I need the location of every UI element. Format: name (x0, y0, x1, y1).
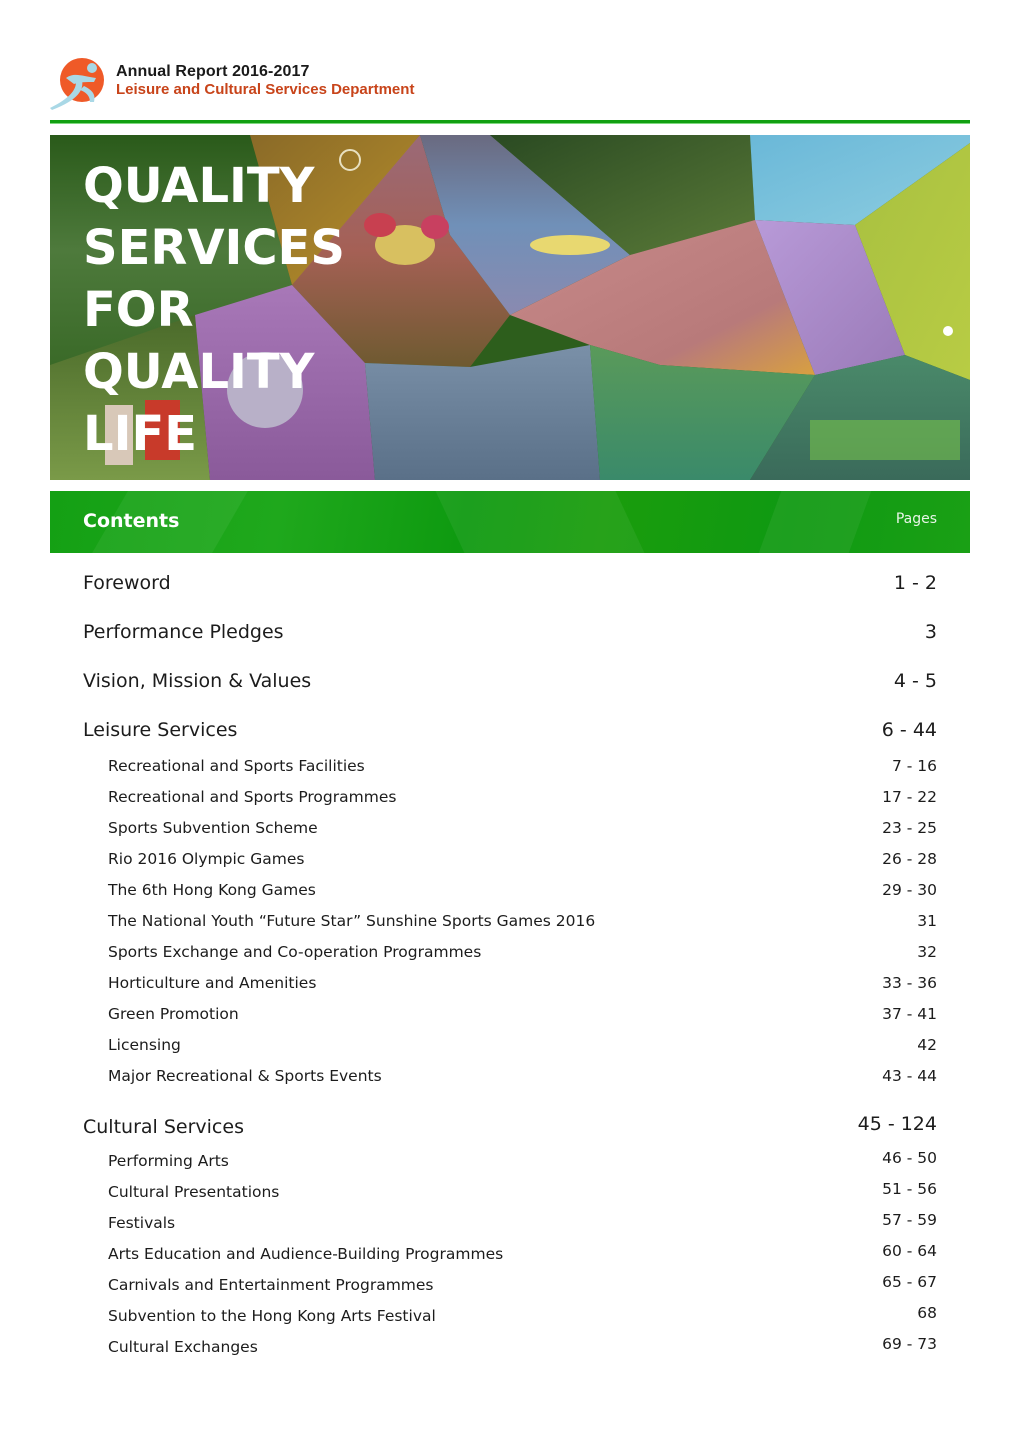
hero-title-line: FOR (83, 282, 194, 338)
runner-crowd-accent (810, 420, 960, 460)
toc-entry-pages: 32 (917, 943, 937, 961)
toc-entry-label[interactable]: Sports Subvention Scheme (108, 819, 318, 837)
report-title: Annual Report 2016-2017 (116, 63, 310, 80)
toc-entry-pages: 37 - 41 (882, 1005, 937, 1023)
toc-entry-pages: 43 - 44 (882, 1067, 937, 1085)
toc-entry-pages: 60 - 64 (882, 1242, 937, 1260)
toc-entry-pages: 33 - 36 (882, 974, 937, 992)
toc-entry-label[interactable]: Cultural Exchanges (108, 1338, 258, 1356)
toc-entry-pages: 31 (917, 912, 937, 930)
toc-entry-label[interactable]: Recreational and Sports Facilities (108, 757, 365, 775)
toc-entry-label[interactable]: Cultural Presentations (108, 1183, 279, 1201)
toc-entry-label[interactable]: Sports Exchange and Co-operation Program… (108, 943, 481, 961)
toc-entry-label[interactable]: Vision, Mission & Values (83, 670, 311, 692)
toc-entry-label[interactable]: Cultural Services (83, 1116, 244, 1138)
toc-entry-label[interactable]: Rio 2016 Olympic Games (108, 850, 304, 868)
contents-heading: Contents (83, 510, 180, 532)
toc-entry-label[interactable]: Subvention to the Hong Kong Arts Festiva… (108, 1307, 436, 1325)
toc-entry-pages: 7 - 16 (891, 757, 937, 775)
toc-entry-label[interactable]: Carnivals and Entertainment Programmes (108, 1276, 434, 1294)
toc-entry-pages: 17 - 22 (882, 788, 937, 806)
toc-entry-label[interactable]: The National Youth “Future Star” Sunshin… (108, 912, 595, 930)
toc-entry-pages: 23 - 25 (882, 819, 937, 837)
pedal-boat-accent (530, 235, 610, 255)
toc-entry-label[interactable]: Horticulture and Amenities (108, 974, 316, 992)
toc-entry-label[interactable]: Arts Education and Audience-Building Pro… (108, 1245, 503, 1263)
toc-entry-pages: 45 - 124 (857, 1113, 937, 1135)
toc-entry-label[interactable]: Leisure Services (83, 719, 237, 741)
hero-title-line: LIFE (83, 406, 198, 462)
cow-sculpture-photo (365, 345, 600, 480)
contents-header-bar: Contents Pages (50, 491, 970, 553)
toc-entry-pages: 46 - 50 (882, 1149, 937, 1167)
toc-entry-label[interactable]: Performance Pledges (83, 621, 284, 643)
toc-entry-pages: 6 - 44 (881, 719, 937, 741)
hero-title-line: QUALITY (83, 344, 315, 400)
toc-entry-pages: 65 - 67 (882, 1273, 937, 1291)
toc-entry-label[interactable]: Performing Arts (108, 1152, 229, 1170)
bar-facet-decoration (435, 491, 645, 553)
department-name: Leisure and Cultural Services Department (116, 81, 415, 98)
toc-entry-label[interactable]: Licensing (108, 1036, 181, 1054)
running-figure-logo-icon (50, 58, 104, 110)
flower-red-accent (364, 213, 396, 237)
toc-entry-label[interactable]: Foreword (83, 572, 171, 594)
toc-entry-pages: 69 - 73 (882, 1335, 937, 1353)
flower-red-accent-2 (421, 215, 449, 239)
toc-entry-pages: 51 - 56 (882, 1180, 937, 1198)
toc-entry-pages: 1 - 2 (893, 572, 937, 594)
toc-entry-pages: 42 (917, 1036, 937, 1054)
toc-entry-pages: 29 - 30 (882, 881, 937, 899)
header-divider (50, 120, 970, 123)
toc-entry-label[interactable]: Recreational and Sports Programmes (108, 788, 396, 806)
toc-entry-pages: 4 - 5 (893, 670, 937, 692)
hockey-ball-accent (943, 326, 953, 336)
toc-entry-label[interactable]: The 6th Hong Kong Games (108, 881, 316, 899)
hero-title-line: QUALITY (83, 158, 315, 214)
toc-entry-pages: 3 (924, 621, 937, 643)
toc-entry-label[interactable]: Festivals (108, 1214, 175, 1232)
toc-entry-label[interactable]: Major Recreational & Sports Events (108, 1067, 382, 1085)
toc-entry-pages: 26 - 28 (882, 850, 937, 868)
hero-collage: QUALITY SERVICES FOR QUALITY LIFE (50, 135, 970, 480)
toc-entry-pages: 68 (917, 1304, 937, 1322)
pages-heading: Pages (895, 511, 937, 527)
report-header: Annual Report 2016-2017 Leisure and Cult… (48, 56, 978, 116)
bar-facet-decoration (758, 491, 872, 553)
toc-entry-pages: 57 - 59 (882, 1211, 937, 1229)
hero-title-line: SERVICES (83, 220, 345, 276)
toc-entry-label[interactable]: Green Promotion (108, 1005, 239, 1023)
hero-title: QUALITY SERVICES FOR QUALITY LIFE (83, 155, 345, 465)
